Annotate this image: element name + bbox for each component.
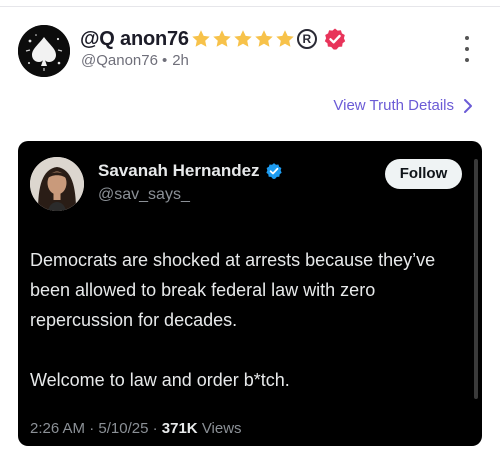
views-label: Views [201,420,242,437]
embedded-post-meta: 2:26 AM · 5/10/25 · 371K Views [30,420,242,437]
embedded-post-time: 2:26 AM [30,420,86,437]
author-handle-row: @Qanon76 • 2h [81,52,189,69]
view-truth-details-label: View Truth Details [333,97,454,114]
verified-badge-icon [324,28,346,50]
chevron-right-icon [464,98,472,113]
embedded-author-name-row: Savanah Hernandez [98,161,283,181]
embedded-post-date: 5/10/25 [98,420,149,437]
top-divider [0,6,500,7]
post-timestamp[interactable]: 2h [172,52,189,69]
star-icon [234,30,252,47]
star-icon [276,30,294,47]
follow-button[interactable]: Follow [385,159,462,189]
author-display-name-row: @Q anon76 R [80,26,347,52]
spade-logo-icon [18,25,70,77]
person-portrait-icon [30,157,84,211]
meta-separator: · [152,420,158,437]
author-handle[interactable]: @Qanon76 [81,52,158,69]
registered-mark-icon: R [296,29,317,49]
verified-check-icon [265,163,282,179]
embedded-author-avatar[interactable] [30,157,84,211]
embedded-post-scrollbar[interactable] [474,159,478,399]
embedded-post-paragraph: Welcome to law and order b*tch. [30,370,290,390]
star-icon [255,30,273,47]
author-display-name[interactable]: @Q anon76 [80,28,189,51]
views-count: 371K [161,420,198,437]
view-truth-details-link[interactable]: View Truth Details [333,97,474,114]
embedded-post-paragraph: Democrats are shocked at arrests because… [30,250,436,330]
more-options-icon[interactable] [462,36,472,62]
embedded-post-body: Democrats are shocked at arrests because… [30,245,470,395]
star-icon [213,30,231,47]
meta-separator: · [89,420,95,437]
author-avatar[interactable] [18,25,70,77]
embedded-author-handle[interactable]: @sav_says_ [98,186,190,204]
star-rating [190,28,295,50]
handle-separator: • [161,52,168,69]
embedded-post-card[interactable]: Savanah Hernandez @sav_says_ Follow Demo… [18,141,482,446]
embedded-author-name[interactable]: Savanah Hernandez [98,161,260,181]
star-icon [192,30,210,47]
